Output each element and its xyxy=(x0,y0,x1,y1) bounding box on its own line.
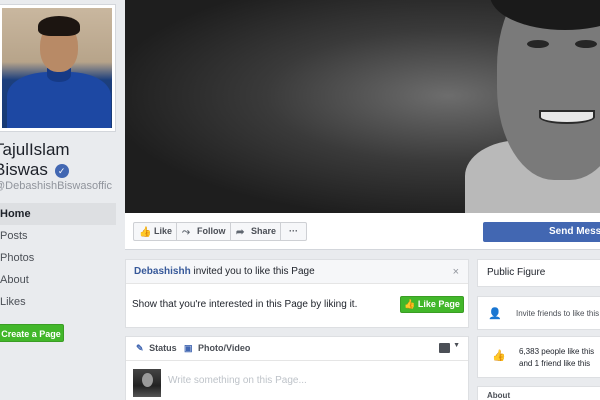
likes-count-text: 6,383 people like this and 1 friend like… xyxy=(519,347,595,368)
page-left-nav: Home Posts Photos About Likes xyxy=(0,203,116,313)
like-button[interactable]: 👍 Like xyxy=(133,222,177,241)
page-action-bar: 👍 Like ⤳ Follow ➦ Share ··· Send Message xyxy=(125,213,600,250)
page-likes-card: 👍 6,383 people like this and 1 friend li… xyxy=(477,336,600,378)
profile-picture-card[interactable] xyxy=(0,4,116,132)
post-as-avatar-icon[interactable] xyxy=(439,343,450,353)
cover-photo[interactable] xyxy=(125,0,600,213)
post-composer: ✎ Status ▣ Photo/Video ▼ Write something… xyxy=(125,336,469,400)
follow-icon: ⤳ xyxy=(182,227,190,238)
profile-photo-hair xyxy=(38,16,80,36)
avatar-face xyxy=(142,373,153,387)
tab-status[interactable]: ✎ Status xyxy=(136,343,177,354)
thumbs-up-icon: 👍 xyxy=(404,299,416,309)
share-button-label: Share xyxy=(251,226,277,236)
cover-photo-eye xyxy=(575,40,597,48)
create-page-button[interactable]: Create a Page xyxy=(0,324,64,342)
avatar xyxy=(133,369,161,397)
like-button-label: Like xyxy=(154,226,173,236)
verified-badge-icon: ✓ xyxy=(54,164,69,178)
nav-item-about[interactable]: About xyxy=(0,269,116,291)
page-invite-card: Debashishh invited you to like this Page… xyxy=(125,259,469,328)
pencil-icon: ✎ xyxy=(136,343,144,353)
thumbs-up-icon: 👍 xyxy=(492,350,506,362)
page-username[interactable]: @DebashishBiswasofficial xyxy=(0,180,112,192)
cover-photo-eye xyxy=(527,40,549,48)
invite-body-text: Show that you're interested in this Page… xyxy=(132,299,358,310)
tab-photo-video[interactable]: ▣ Photo/Video xyxy=(184,343,250,354)
invite-header-text: invited you to like this Page xyxy=(193,266,315,277)
nav-item-posts[interactable]: Posts xyxy=(0,225,116,247)
composer-tabs: ✎ Status ▣ Photo/Video ▼ xyxy=(126,337,468,361)
inviter-link[interactable]: Debashishh xyxy=(134,266,191,277)
nav-item-home[interactable]: Home xyxy=(0,203,116,225)
send-message-button[interactable]: Send Message xyxy=(483,222,600,242)
tab-photo-label: Photo/Video xyxy=(198,343,251,353)
add-friend-icon: 👤 xyxy=(488,308,502,320)
page-category[interactable]: Public Figure xyxy=(477,259,600,287)
invite-header: Debashishh invited you to like this Page… xyxy=(126,260,468,284)
photo-icon: ▣ xyxy=(184,343,193,353)
thumbs-up-icon: 👍 xyxy=(139,227,152,238)
like-page-label: Like Page xyxy=(417,299,460,309)
close-icon[interactable]: × xyxy=(453,260,459,284)
about-section-title: About xyxy=(477,386,600,400)
more-options-button[interactable]: ··· xyxy=(280,222,307,241)
page-title: TajulIslam Biswas ✓ xyxy=(0,140,112,180)
follow-button-label: Follow xyxy=(197,226,226,236)
invite-friends-card[interactable]: 👤 Invite friends to like this Page xyxy=(477,296,600,330)
share-button[interactable]: ➦ Share xyxy=(230,222,281,241)
invite-friends-text: Invite friends to like this Page xyxy=(516,309,600,318)
share-icon: ➦ xyxy=(236,227,245,238)
nav-item-likes[interactable]: Likes xyxy=(0,291,116,313)
post-input[interactable]: Write something on this Page... xyxy=(168,375,307,386)
cover-photo-smile xyxy=(539,110,595,124)
chevron-down-icon[interactable]: ▼ xyxy=(453,342,460,349)
nav-item-photos[interactable]: Photos xyxy=(0,247,116,269)
follow-button[interactable]: ⤳ Follow xyxy=(176,222,231,241)
tab-status-label: Status xyxy=(149,343,177,353)
profile-photo[interactable] xyxy=(2,8,112,128)
like-page-button[interactable]: 👍 Like Page xyxy=(400,296,464,313)
